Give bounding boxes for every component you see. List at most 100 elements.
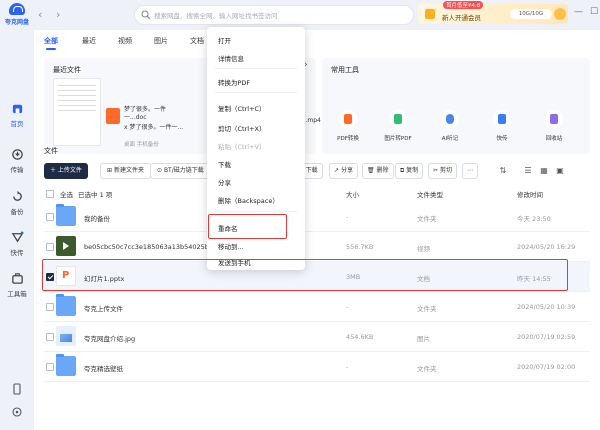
recent-file-meta: 桌面 手机备份 [124, 142, 159, 148]
tool-recycle-bin[interactable]: 回收站 [534, 110, 574, 142]
phone-icon [13, 383, 21, 395]
pdf-convert-icon [339, 110, 357, 128]
tab-recent[interactable]: 最近 [82, 36, 96, 46]
tool-label: 快传 [496, 136, 508, 142]
column-modified[interactable]: 修改时间 [517, 189, 543, 199]
promo-badge: 首月低至¥4.8 [443, 1, 484, 9]
select-all-checkbox[interactable] [46, 190, 54, 198]
menu-item-convert-pdf[interactable]: 转换为PDF [218, 77, 250, 87]
select-all-label[interactable]: 全选 [60, 189, 73, 199]
file-name[interactable]: 夸克精选壁纸 [84, 363, 123, 373]
vip-promo-banner[interactable]: 首月低至¥4.8 新人开通会员 10G/10G [418, 1, 568, 24]
sort-icon[interactable]: ⇅ [497, 165, 509, 177]
app-logo[interactable]: 夸克网盘 [4, 3, 30, 26]
top-bar: ‹ › 首月低至¥4.8 新人开通会员 10G/10G — ☐ [34, 0, 600, 30]
cloud-logo-icon [9, 3, 25, 15]
row-checkbox[interactable] [46, 213, 54, 221]
row-checkbox[interactable] [46, 243, 54, 251]
recent-file-name[interactable]: 梦了很多。一件一...doc [124, 106, 184, 122]
tool-label: PDF转换 [337, 136, 359, 142]
table-row[interactable]: 夸克精选壁纸 - 文件夹 2020/07/19 02:00 [44, 352, 590, 382]
file-name[interactable]: 夸克网盘介绍.jpg [84, 333, 135, 343]
table-row[interactable]: 夸克网盘介绍.jpg 454.6KB 图片 2020/07/19 02:59 [44, 322, 590, 352]
tab-all[interactable]: 全部 [44, 36, 58, 50]
tool-ai-notes[interactable]: AI听记 [430, 110, 470, 142]
backup-icon [12, 190, 22, 201]
sidebar-item-quick-send[interactable]: 快传 [0, 231, 34, 257]
left-sidebar: 夸克网盘 首页 传输 备份 快传 工具箱 [0, 0, 34, 430]
menu-divider [215, 68, 297, 69]
file-modified: 2020/07/19 02:00 [517, 363, 576, 371]
tab-video[interactable]: 视频 [118, 36, 132, 46]
sidebar-item-backup[interactable]: 备份 [0, 190, 34, 216]
menu-item-cut[interactable]: 剪切（Ctrl+X） [218, 123, 265, 133]
table-row[interactable]: 我的备份 - 文件夹 今天 23:50 [44, 202, 590, 232]
folder-icon [56, 354, 76, 376]
tool-image-to-pdf[interactable]: 图片转PDF [378, 110, 418, 142]
search-box[interactable] [134, 5, 414, 25]
recent-file-name[interactable]: x 梦了很多。一件一... [124, 124, 184, 132]
upload-button[interactable]: ＋ 上传文件 [44, 163, 88, 179]
sidebar-item-transfer[interactable]: 传输 [0, 148, 34, 174]
selected-count: 已选中 1 项 [78, 191, 113, 199]
menu-item-paste: 粘贴（Ctrl+V） [218, 143, 266, 151]
sidebar-item-label: 快传 [10, 249, 24, 257]
row-checkbox[interactable] [46, 303, 54, 311]
settings-button[interactable] [0, 406, 34, 420]
row-checkbox[interactable] [46, 363, 54, 371]
recent-file-thumbnail[interactable] [53, 78, 101, 146]
file-size: 454.6KB [346, 333, 374, 341]
file-name[interactable]: 夸克上传文件 [84, 303, 123, 313]
minimize-icon[interactable]: — [574, 7, 583, 17]
share-button[interactable]: ↗ 分享 [329, 163, 358, 179]
quick-send-icon [11, 231, 23, 243]
menu-item-details[interactable]: 详情信息 [218, 53, 244, 63]
download-label: 下载 [305, 167, 318, 174]
thumbnail-view-icon[interactable]: ▣ [554, 165, 566, 177]
file-name[interactable]: 我的备份 [84, 213, 110, 223]
phone-button[interactable] [0, 383, 34, 397]
file-size: 556.7KB [346, 243, 374, 251]
search-input[interactable] [154, 9, 404, 22]
bt-download-button[interactable]: ⊙ BT/磁力链下载 [150, 163, 211, 179]
tool-quick-send[interactable]: 快传 [482, 110, 522, 142]
table-row[interactable]: 夸克上传文件 - 文件夹 2024/05/20 10:39 [44, 292, 590, 322]
menu-item-download[interactable]: 下载 [218, 159, 231, 169]
file-modified: 2020/07/19 02:59 [517, 333, 576, 341]
menu-item-move-to[interactable]: 移动到... [218, 241, 244, 251]
menu-item-copy[interactable]: 复制（Ctrl+C） [218, 103, 266, 113]
file-size: - [346, 213, 349, 221]
tool-pdf-convert[interactable]: PDF转换 [328, 110, 368, 142]
sidebar-item-label: 首页 [10, 120, 24, 128]
column-size[interactable]: 大小 [346, 189, 359, 199]
maximize-icon[interactable]: ☐ [590, 7, 598, 17]
sidebar-item-toolbox[interactable]: 工具箱 [0, 272, 34, 298]
search-icon [141, 10, 151, 20]
sidebar-item-home[interactable]: 首页 [0, 102, 34, 128]
tab-document[interactable]: 文档 [190, 36, 204, 46]
menu-item-delete[interactable]: 删除（Backspace） [218, 195, 279, 205]
back-arrow-icon[interactable]: ‹ [38, 8, 42, 21]
menu-item-open[interactable]: 打开 [218, 35, 231, 45]
file-type: 视频 [417, 245, 430, 253]
file-modified: 今天 23:50 [517, 215, 551, 223]
row-checkbox[interactable] [46, 333, 54, 341]
copy-button[interactable]: ⧉ 复制 [395, 163, 424, 179]
delete-button[interactable]: 🗑 删除 [362, 163, 394, 179]
sidebar-item-label: 工具箱 [7, 290, 27, 298]
forward-arrow-icon[interactable]: › [56, 8, 60, 21]
column-type[interactable]: 文件类型 [417, 189, 443, 199]
grid-view-icon[interactable]: ▦ [538, 165, 550, 177]
list-view-icon[interactable]: ☰ [522, 165, 534, 177]
new-folder-button[interactable]: ⊞ 新建文件夹 [100, 163, 151, 179]
common-tools-title: 常用工具 [331, 66, 359, 74]
menu-item-share[interactable]: 分享 [218, 177, 231, 187]
video-thumbnail-icon [56, 236, 76, 256]
avatar[interactable] [554, 8, 566, 20]
table-row[interactable]: be05cbc50c7cc3e185063a13b54025b4.mp4 556… [44, 232, 590, 262]
file-size: - [346, 303, 349, 311]
folder-icon [56, 294, 76, 316]
tab-image[interactable]: 图片 [154, 36, 168, 46]
more-button[interactable]: ⋯ [462, 163, 478, 179]
cut-button[interactable]: ✂ 剪切 [428, 163, 457, 179]
